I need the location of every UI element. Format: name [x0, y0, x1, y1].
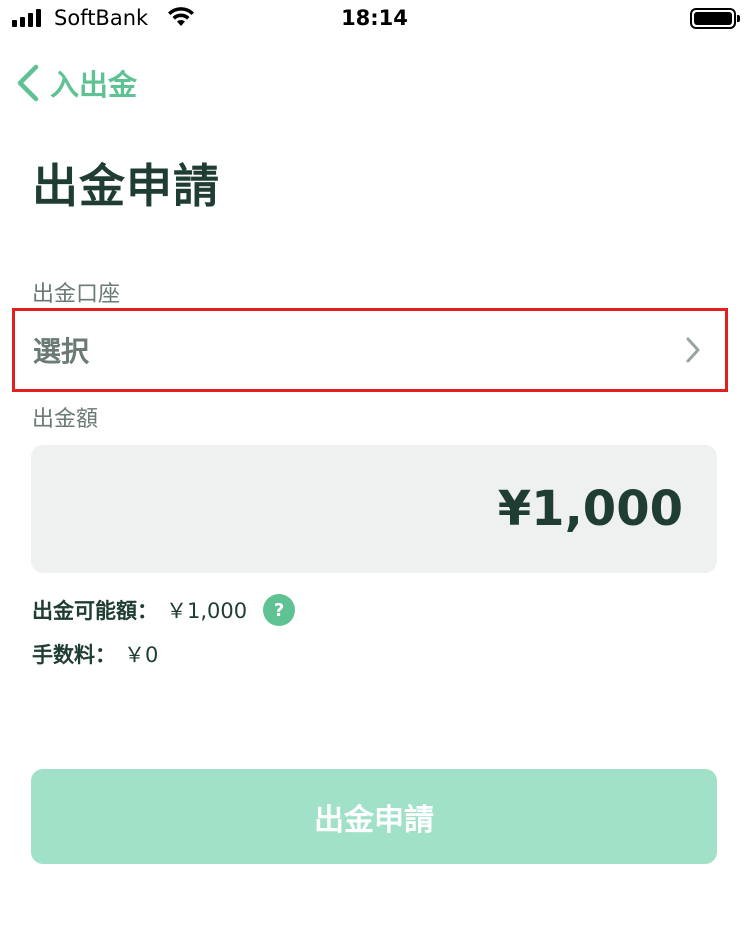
chevron-left-icon: [17, 64, 39, 102]
amount-input[interactable]: ¥1,000: [31, 445, 717, 573]
fee-value: ￥0: [124, 643, 159, 667]
fee-row: 手数料： ￥0: [32, 639, 158, 669]
account-label: 出金口座: [32, 282, 121, 307]
account-select[interactable]: 選択: [12, 308, 728, 392]
available-amount-row: 出金可能額： ￥1,000 ?: [32, 594, 296, 626]
clock: 18:14: [341, 6, 408, 30]
fee-label: 手数料：: [32, 643, 116, 667]
page-title: 出金申請: [32, 159, 220, 213]
battery-icon: [690, 8, 740, 29]
chevron-right-icon: [686, 337, 700, 363]
help-icon[interactable]: ?: [263, 594, 296, 626]
amount-label: 出金額: [32, 407, 99, 432]
back-button[interactable]: 入出金: [14, 60, 137, 106]
submit-withdrawal-button[interactable]: 出金申請: [31, 769, 717, 864]
available-amount-label: 出金可能額：: [32, 599, 158, 623]
status-bar: SoftBank 18:14: [0, 0, 749, 40]
back-label: 入出金: [50, 68, 138, 102]
amount-value: ¥1,000: [497, 481, 683, 537]
available-amount-value: ￥1,000: [166, 599, 248, 623]
account-select-value: 選択: [33, 335, 90, 368]
